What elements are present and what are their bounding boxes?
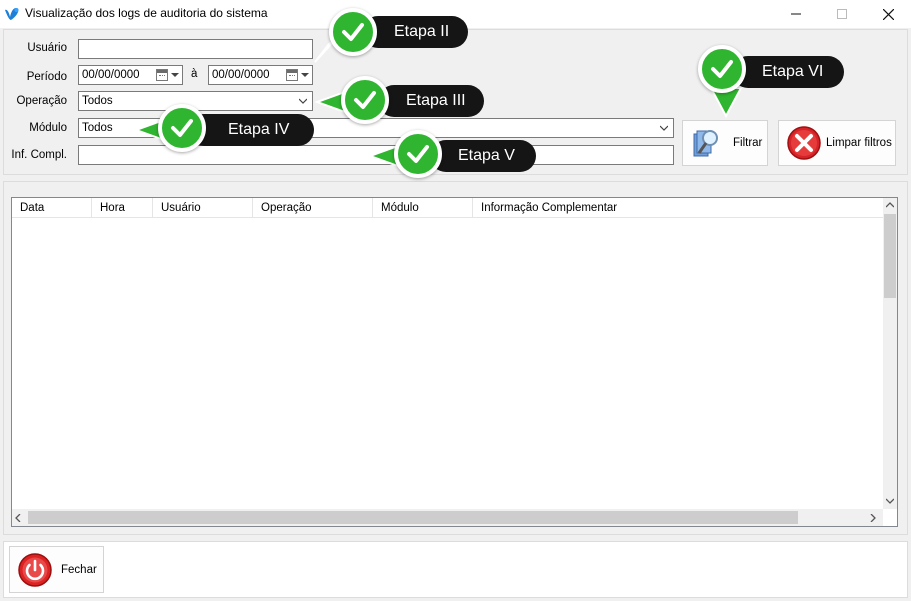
- column-header-data[interactable]: Data: [12, 198, 92, 218]
- minimize-icon: [791, 13, 801, 15]
- usuario-label: Usuário: [27, 42, 67, 54]
- filtrar-label: Filtrar: [733, 137, 763, 149]
- check-icon: [158, 104, 206, 152]
- periodo-to-value: 00/00/0000: [212, 69, 270, 81]
- column-header-modulo[interactable]: Módulo: [373, 198, 473, 218]
- app-logo-icon: [5, 8, 19, 20]
- column-header-hora[interactable]: Hora: [92, 198, 153, 218]
- column-header-operacao[interactable]: Operação: [253, 198, 373, 218]
- clear-icon: [787, 126, 821, 160]
- periodo-from-value: 00/00/0000: [82, 69, 140, 81]
- chevron-down-icon: [299, 98, 307, 104]
- limpar-filtros-button[interactable]: Limpar filtros: [778, 120, 896, 166]
- periodo-label: Período: [26, 71, 67, 83]
- check-icon: [698, 45, 746, 93]
- check-icon: [394, 130, 442, 178]
- callout-etapa-ii: Etapa II: [362, 16, 468, 48]
- callout-etapa-vi: Etapa VI: [732, 56, 844, 88]
- close-button[interactable]: [865, 0, 911, 28]
- horizontal-scrollbar[interactable]: [12, 509, 883, 526]
- maximize-icon: [837, 9, 847, 19]
- scroll-down-icon[interactable]: [886, 498, 894, 504]
- callout-etapa-iii: Etapa III: [378, 85, 484, 117]
- filtrar-button[interactable]: Filtrar: [682, 120, 768, 166]
- scroll-left-icon[interactable]: [15, 514, 21, 522]
- vertical-scroll-thumb[interactable]: [884, 214, 896, 298]
- periodo-from-date[interactable]: 00/00/0000: [78, 65, 183, 85]
- callout-etapa-v-label: Etapa V: [458, 147, 515, 164]
- chevron-down-icon[interactable]: [301, 71, 309, 79]
- limpar-filtros-label: Limpar filtros: [826, 137, 892, 149]
- modulo-label: Módulo: [29, 122, 67, 134]
- log-grid[interactable]: Data Hora Usuário Operação Módulo Inform…: [11, 197, 898, 527]
- callout-etapa-iii-label: Etapa III: [406, 92, 466, 109]
- close-icon: [882, 8, 894, 20]
- scroll-up-icon[interactable]: [886, 202, 894, 208]
- check-icon: [341, 76, 389, 124]
- vertical-scrollbar[interactable]: [883, 198, 897, 509]
- calendar-icon[interactable]: [156, 69, 168, 81]
- column-header-informacao-complementar[interactable]: Informação Complementar: [473, 198, 883, 218]
- horizontal-scroll-thumb[interactable]: [28, 511, 798, 524]
- infcompl-label: Inf. Compl.: [11, 149, 67, 161]
- power-icon: [18, 552, 52, 587]
- scroll-right-icon[interactable]: [870, 514, 876, 522]
- calendar-icon[interactable]: [286, 69, 298, 81]
- check-icon: [329, 8, 377, 56]
- operacao-label: Operação: [16, 95, 67, 107]
- chevron-down-icon: [660, 125, 668, 131]
- periodo-to-date[interactable]: 00/00/0000: [208, 65, 313, 85]
- minimize-button[interactable]: [773, 0, 819, 28]
- fechar-label: Fechar: [61, 563, 97, 576]
- chevron-down-icon[interactable]: [171, 71, 179, 79]
- callout-etapa-v: Etapa V: [430, 140, 536, 172]
- grid-header: Data Hora Usuário Operação Módulo Inform…: [12, 198, 883, 218]
- window-title: Visualização dos logs de auditoria do si…: [25, 6, 268, 20]
- maximize-button[interactable]: [819, 0, 865, 28]
- callout-etapa-iv: Etapa IV: [188, 114, 314, 146]
- operacao-value: Todos: [82, 95, 113, 107]
- modulo-value: Todos: [82, 122, 113, 134]
- periodo-separator: à: [191, 68, 198, 80]
- search-files-icon: [693, 130, 718, 157]
- column-header-usuario[interactable]: Usuário: [153, 198, 253, 218]
- fechar-button[interactable]: Fechar: [9, 546, 104, 593]
- bottom-panel: [3, 541, 908, 598]
- usuario-input[interactable]: [78, 39, 313, 59]
